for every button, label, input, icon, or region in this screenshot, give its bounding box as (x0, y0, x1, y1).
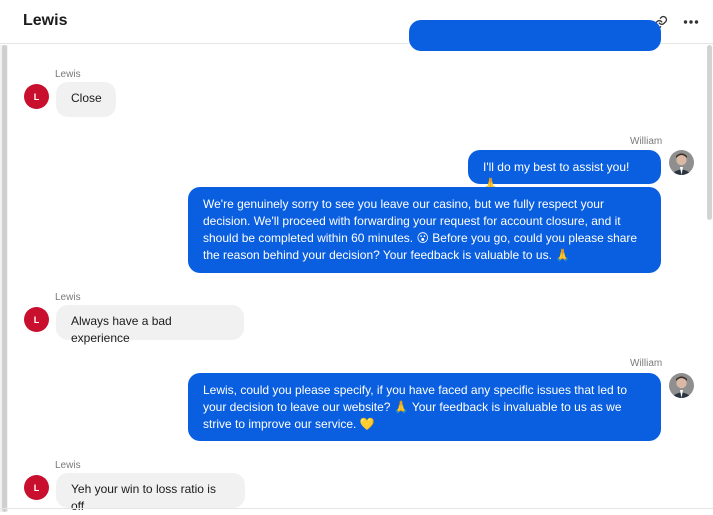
sender-name: William (630, 136, 663, 147)
message-text: Always have a bad experience (71, 314, 172, 345)
agent-message: We're genuinely sorry to see you leave o… (188, 187, 661, 273)
previous-agent-message (409, 20, 661, 51)
customer-avatar: L (24, 307, 49, 332)
customer-message: Yeh your win to loss ratio is off (56, 473, 245, 513)
scrollbar-thumb[interactable] (2, 45, 7, 512)
message-text: Close (71, 91, 102, 105)
sender-name: Lewis (55, 460, 81, 471)
agent-message: I'll do my best to assist you! 🙏 (468, 150, 661, 191)
message-text: We're genuinely sorry to see you leave o… (203, 197, 638, 262)
agent-message: Lewis, could you please specify, if you … (188, 373, 661, 441)
sender-name: William (630, 358, 663, 369)
agent-avatar (669, 373, 694, 398)
side-scrollbar[interactable] (706, 45, 713, 225)
customer-message: Always have a bad experience (56, 305, 244, 345)
chat-title: Lewis (23, 12, 68, 29)
customer-avatar: L (24, 475, 49, 500)
message-list-scrollbar[interactable] (0, 45, 8, 512)
agent-avatar (669, 150, 694, 175)
sender-name: Lewis (55, 292, 81, 303)
more-icon[interactable] (681, 12, 701, 32)
customer-avatar: L (24, 84, 49, 109)
side-scrollbar-thumb[interactable] (707, 45, 712, 220)
divider (0, 508, 713, 509)
sender-name: Lewis (55, 69, 81, 80)
customer-message: Close (56, 82, 116, 117)
message-text: Lewis, could you please specify, if you … (203, 383, 628, 431)
